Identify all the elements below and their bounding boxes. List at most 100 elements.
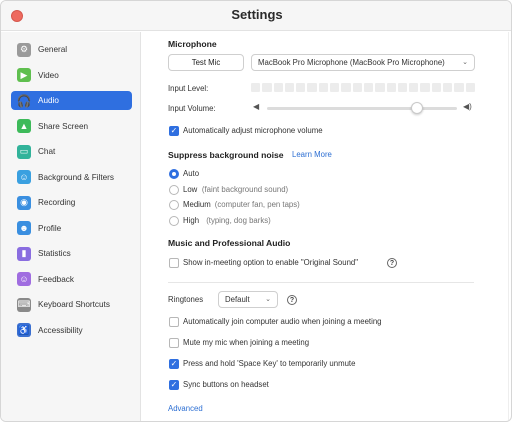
- mute-mic-checkbox[interactable]: [169, 338, 179, 348]
- space-key-unmute-checkbox[interactable]: ✓: [169, 359, 179, 369]
- gear-icon: ⚙: [17, 42, 31, 57]
- level-segment: [443, 83, 453, 92]
- microphone-device-value: MacBook Pro Microphone (MacBook Pro Micr…: [258, 58, 445, 67]
- input-level-meter: [251, 83, 475, 92]
- level-segment: [386, 83, 396, 92]
- video-icon: ▶: [17, 68, 31, 82]
- auto-join-audio-checkbox[interactable]: [169, 317, 179, 327]
- level-segment: [330, 83, 340, 92]
- sidebar-item-keyboard-shortcuts[interactable]: ⌨ Keyboard Shortcuts: [11, 295, 132, 314]
- sidebar-item-feedback[interactable]: ☺ Feedback: [11, 270, 132, 289]
- window-title: Settings: [231, 7, 283, 22]
- noise-option-label: High: [183, 215, 200, 225]
- person-icon: ☺: [17, 170, 31, 184]
- learn-more-link[interactable]: Learn More: [292, 150, 332, 159]
- sidebar-item-chat[interactable]: ▭ Chat: [11, 142, 132, 161]
- section-divider: [168, 282, 474, 283]
- speaker-low-icon: ◀: [253, 102, 260, 111]
- level-segment: [375, 83, 385, 92]
- sidebar-item-label: Video: [38, 70, 59, 80]
- original-sound-label: Show in-meeting option to enable "Origin…: [183, 258, 359, 267]
- sidebar: ⚙ General ▶ Video 🎧 Audio ▲ Share Screen ▭ Chat ☺ B…: [1, 32, 141, 421]
- chevron-down-icon: ⌄: [265, 296, 271, 303]
- level-segment: [363, 83, 374, 92]
- noise-medium-radio[interactable]: [169, 200, 179, 210]
- level-segment: [341, 83, 351, 92]
- help-icon[interactable]: ?: [387, 258, 397, 268]
- sidebar-item-label: Feedback: [38, 274, 74, 284]
- ringtones-select[interactable]: Default ⌄: [218, 291, 278, 308]
- auto-adjust-volume-label: Automatically adjust microphone volume: [183, 126, 323, 135]
- sidebar-item-audio[interactable]: 🎧 Audio: [11, 91, 132, 110]
- input-volume-slider-thumb[interactable]: [411, 102, 424, 114]
- statistics-icon: ▮: [17, 246, 31, 261]
- level-segment: [273, 83, 283, 92]
- sidebar-item-label: Background & Filters: [38, 172, 114, 182]
- sidebar-item-label: Statistics: [38, 249, 71, 258]
- sidebar-item-label: Accessibility: [38, 325, 83, 335]
- speaker-high-icon: ◀): [463, 102, 472, 111]
- level-segment: [397, 83, 408, 92]
- noise-auto-radio[interactable]: [169, 169, 179, 179]
- sidebar-item-video[interactable]: ▶ Video: [11, 66, 132, 85]
- keyboard-icon: ⌨: [17, 297, 31, 312]
- audio-settings-panel: Microphone Test Mic MacBook Pro Micropho…: [142, 32, 511, 421]
- sidebar-item-accessibility[interactable]: ♿ Accessibility: [11, 321, 132, 340]
- microphone-device-select[interactable]: MacBook Pro Microphone (MacBook Pro Micr…: [251, 54, 475, 71]
- auto-join-audio-label: Automatically join computer audio when j…: [183, 317, 382, 326]
- headphones-icon: 🎧: [16, 93, 32, 108]
- accessibility-icon: ♿: [17, 323, 31, 337]
- noise-high-radio[interactable]: [169, 215, 179, 226]
- advanced-link[interactable]: Advanced: [168, 404, 203, 413]
- level-segment: [409, 83, 419, 92]
- microphone-section-title: Microphone: [168, 39, 217, 49]
- original-sound-checkbox[interactable]: [169, 258, 179, 268]
- level-segment: [284, 83, 295, 92]
- noise-option-hint: (typing, dog barks): [206, 215, 271, 225]
- sidebar-item-recording[interactable]: ◉ Recording: [11, 193, 132, 212]
- settings-window: Settings ⚙ General ▶ Video 🎧 Audio ▲ Share Scre…: [0, 0, 512, 422]
- sidebar-item-background-filters[interactable]: ☺ Background & Filters: [11, 168, 132, 187]
- level-segment: [454, 83, 464, 92]
- level-segment: [296, 83, 306, 92]
- input-volume-label: Input Volume:: [168, 104, 216, 113]
- noise-option-label: Low: [183, 184, 198, 194]
- profile-icon: ☻: [17, 221, 31, 235]
- noise-option-label: Auto: [183, 169, 200, 178]
- chevron-down-icon: ⌄: [462, 59, 468, 66]
- noise-low-radio[interactable]: [169, 184, 179, 195]
- input-level-label: Input Level:: [168, 84, 209, 93]
- level-segment: [251, 83, 261, 92]
- level-segment: [431, 83, 442, 92]
- noise-option-hint: (computer fan, pen taps): [214, 200, 300, 209]
- level-segment: [262, 83, 272, 92]
- level-segment: [465, 83, 475, 92]
- sidebar-item-label: Audio: [38, 96, 59, 105]
- sync-headset-checkbox[interactable]: ✓: [169, 380, 179, 390]
- sidebar-item-label: Share Screen: [38, 121, 89, 131]
- mute-mic-label: Mute my mic when joining a meeting: [183, 338, 310, 347]
- level-segment: [352, 83, 362, 92]
- sidebar-item-share-screen[interactable]: ▲ Share Screen: [11, 117, 132, 136]
- sidebar-item-label: Profile: [38, 223, 62, 233]
- music-section-title: Music and Professional Audio: [168, 238, 291, 248]
- sidebar-item-label: General: [38, 45, 68, 54]
- sidebar-item-general[interactable]: ⚙ General: [11, 40, 132, 59]
- auto-adjust-volume-checkbox[interactable]: ✓: [169, 126, 179, 136]
- sidebar-item-label: Keyboard Shortcuts: [38, 300, 110, 309]
- feedback-icon: ☺: [17, 272, 31, 286]
- level-segment: [318, 83, 329, 92]
- scrollbar[interactable]: [508, 32, 509, 421]
- ringtones-label: Ringtones: [168, 295, 204, 304]
- noise-option-hint: (faint background sound): [201, 184, 289, 194]
- sidebar-item-profile[interactable]: ☻ Profile: [11, 219, 132, 238]
- title-bar: Settings: [1, 1, 511, 31]
- ringtones-value: Default: [225, 295, 250, 304]
- sync-headset-label: Sync buttons on headset: [183, 380, 269, 389]
- noise-option-label: Medium: [183, 200, 211, 209]
- help-icon[interactable]: ?: [287, 295, 297, 305]
- recording-icon: ◉: [17, 195, 31, 210]
- sidebar-item-statistics[interactable]: ▮ Statistics: [11, 244, 132, 263]
- test-mic-button[interactable]: Test Mic: [168, 54, 244, 71]
- input-volume-slider-track[interactable]: [267, 107, 457, 110]
